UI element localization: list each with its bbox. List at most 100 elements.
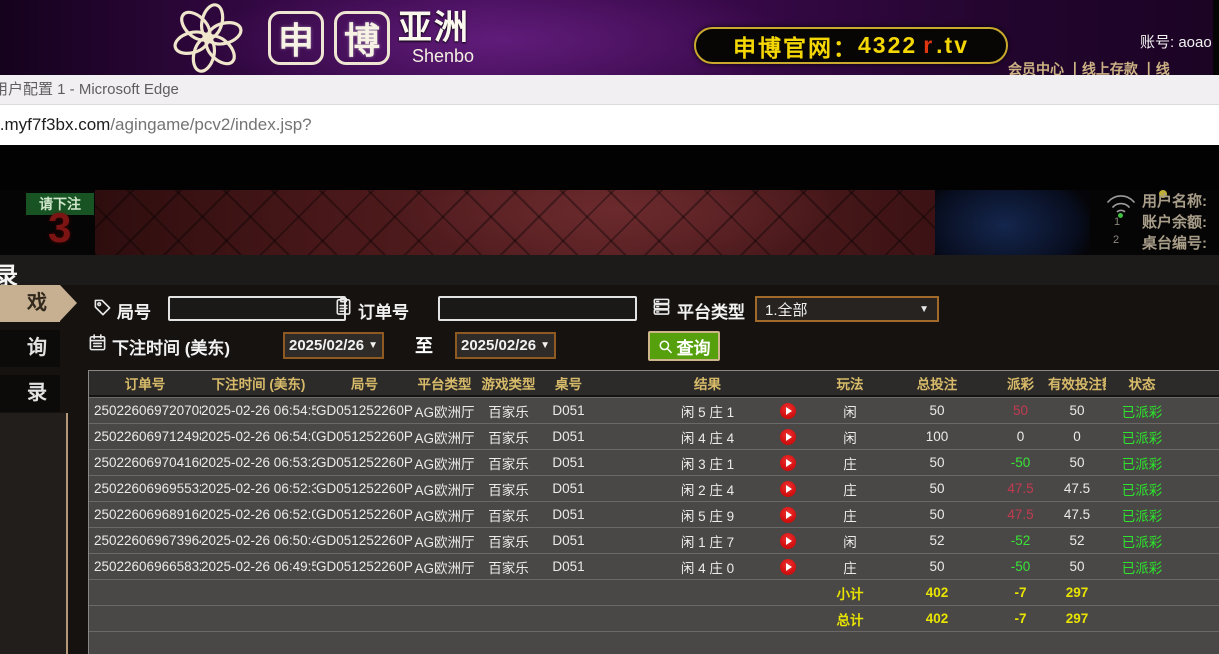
- play-video-icon[interactable]: [780, 532, 796, 549]
- cell-payout: -52: [1010, 533, 1031, 548]
- bet-time-label: 下注时间 (美东): [112, 339, 231, 358]
- cell-valid-bet: 52: [1069, 533, 1085, 548]
- cell-table-no: D051: [552, 429, 585, 444]
- cell-game-type: 百家乐: [488, 404, 529, 420]
- content-top-gap: [0, 145, 1219, 190]
- cell-bet-time: 2025-02-26 06:52:00: [201, 507, 316, 522]
- order-no-label: 订单号: [358, 303, 409, 322]
- cell-platform: AG欧洲厅: [414, 482, 475, 498]
- official-site-banner: 申博官网： 4322 r .tv: [694, 27, 1008, 64]
- cell-game-type: 百家乐: [488, 430, 529, 446]
- play-video-icon[interactable]: [780, 506, 796, 523]
- window-title: 用户配置 1 - Microsoft Edge: [0, 81, 179, 98]
- cell-bet-time: 2025-02-26 06:54:55: [201, 403, 316, 418]
- search-icon: [659, 340, 672, 353]
- cell-bet-time: 2025-02-26 06:52:39: [201, 481, 316, 496]
- col-payout: 派彩: [1007, 377, 1034, 392]
- list-number-1: 1: [1114, 216, 1121, 228]
- col-result: 结果: [694, 377, 721, 392]
- round-no-label: 局号: [117, 303, 151, 322]
- table-row: 250226069689160 2025-02-26 06:52:00 GD05…: [89, 501, 1219, 527]
- table-row: 250226069712498 2025-02-26 06:54:09 GD05…: [89, 423, 1219, 449]
- sidebar-tab-game[interactable]: 戏: [0, 285, 77, 322]
- cell-play: 闲: [843, 404, 857, 420]
- cell-table-no: D051: [552, 559, 585, 574]
- cell-round-no: GD051252260PM: [316, 481, 413, 496]
- platform-type-select[interactable]: 1.全部 ▼: [755, 296, 939, 322]
- edge-urlbar[interactable]: i.myf7f3bx.com/agingame/pcv2/index.jsp?: [0, 105, 1219, 145]
- cell-payout: 47.5: [1007, 481, 1034, 496]
- tag-icon: [94, 299, 111, 316]
- balance-label: 账户余额:: [1142, 214, 1207, 231]
- cell-platform: AG欧洲厅: [414, 560, 475, 576]
- cell-bet-time: 2025-02-26 06:54:09: [201, 429, 316, 444]
- col-total-bet: 总投注: [916, 377, 958, 392]
- total-bet: 402: [925, 611, 949, 626]
- cell-total-bet: 50: [929, 403, 945, 418]
- platform-type-value: 1.全部: [765, 301, 808, 319]
- date-from-value: 2025/02/26: [289, 337, 365, 354]
- cell-round-no: GD051252260PP: [316, 403, 413, 418]
- subtotal-payout: -7: [1014, 585, 1027, 600]
- banner-blue-glow: [935, 190, 1090, 255]
- cell-total-bet: 100: [925, 429, 949, 444]
- table-row: 250226069704160 2025-02-26 06:53:20 GD05…: [89, 449, 1219, 475]
- logo-char-shen: 申: [268, 10, 324, 65]
- play-video-icon[interactable]: [780, 558, 796, 575]
- order-no-input[interactable]: [438, 296, 637, 321]
- cell-platform: AG欧洲厅: [414, 404, 475, 420]
- cell-game-type: 百家乐: [488, 560, 529, 576]
- cell-status: 已派彩: [1121, 534, 1163, 550]
- cell-order-no: 250226069704160: [94, 455, 201, 470]
- records-panel: 戏 询 录 局号 订单号 平台类型 1.全部 ▼ 下注时间 (美东) 2025/…: [0, 285, 1219, 654]
- cell-payout: 47.5: [1007, 507, 1034, 522]
- subtotal-row: 小计 402 -7 297: [89, 579, 1219, 605]
- cell-total-bet: 50: [929, 455, 945, 470]
- table-header-row: 订单号 下注时间 (美东) 局号 平台类型 游戏类型 桌号 结果 玩法 总投注 …: [89, 371, 1219, 397]
- cell-round-no: GD051252260PL: [316, 507, 413, 522]
- list-number-2: 2: [1113, 234, 1120, 246]
- platform-type-label: 平台类型: [677, 303, 745, 322]
- round-no-input[interactable]: [168, 296, 346, 321]
- game-banner: 请下注 3 用户名称: 账户余额: 桌台编号: 1 2: [0, 190, 1219, 255]
- cell-total-bet: 50: [929, 559, 945, 574]
- search-button-label: 查询: [676, 338, 711, 358]
- table-row: 250226069665832 2025-02-26 06:49:54 GD05…: [89, 553, 1219, 579]
- cell-status: 已派彩: [1121, 456, 1163, 472]
- play-video-icon[interactable]: [780, 480, 796, 497]
- cell-status: 已派彩: [1121, 560, 1163, 576]
- cell-platform: AG欧洲厅: [414, 430, 475, 446]
- play-video-icon[interactable]: [780, 428, 796, 445]
- table-number-label: 桌台编号:: [1142, 235, 1207, 252]
- platform-list-icon: [653, 298, 670, 315]
- play-video-icon[interactable]: [780, 454, 796, 471]
- col-table-no: 桌号: [555, 377, 582, 392]
- window-edge: [1213, 0, 1219, 75]
- cell-bet-time: 2025-02-26 06:49:54: [201, 559, 316, 574]
- cell-payout: -50: [1010, 559, 1031, 574]
- sidebar-tab-records[interactable]: 录: [0, 375, 60, 412]
- col-status: 状态: [1128, 377, 1156, 392]
- cell-play: 闲: [843, 430, 857, 446]
- play-video-icon[interactable]: [780, 402, 796, 419]
- site-header: 申 博 亚洲 Shenbo 申博官网： 4322 r .tv 账号: aoao …: [0, 0, 1219, 75]
- cell-order-no: 250226069665832: [94, 559, 201, 574]
- date-from-picker[interactable]: 2025/02/26 ▼: [283, 332, 384, 359]
- official-prefix: 申博官网：: [733, 34, 859, 61]
- empty-row: [89, 631, 1219, 654]
- official-tld: .tv: [936, 32, 969, 58]
- url-domain[interactable]: i.myf7f3bx.com: [0, 115, 110, 134]
- table-body: 250226069720708 2025-02-26 06:54:55 GD05…: [89, 397, 1219, 579]
- sidebar-tab-query[interactable]: 询: [0, 330, 60, 367]
- date-to-picker[interactable]: 2025/02/26 ▼: [455, 332, 556, 359]
- cell-valid-bet: 50: [1069, 455, 1085, 470]
- cell-result: 闲 4 庄 4: [596, 427, 819, 447]
- cell-game-type: 百家乐: [488, 508, 529, 524]
- search-button[interactable]: 查询: [648, 331, 720, 361]
- url-path[interactable]: /agingame/pcv2/index.jsp?: [110, 115, 311, 134]
- table-row: 250226069695532 2025-02-26 06:52:39 GD05…: [89, 475, 1219, 501]
- member-nav-links[interactable]: 会员中心 丨线上存款 丨线: [1008, 59, 1219, 75]
- account-label: 账号: aoao: [1140, 34, 1212, 51]
- cell-result: 闲 5 庄 1: [596, 401, 819, 421]
- cell-order-no: 250226069712498: [94, 429, 201, 444]
